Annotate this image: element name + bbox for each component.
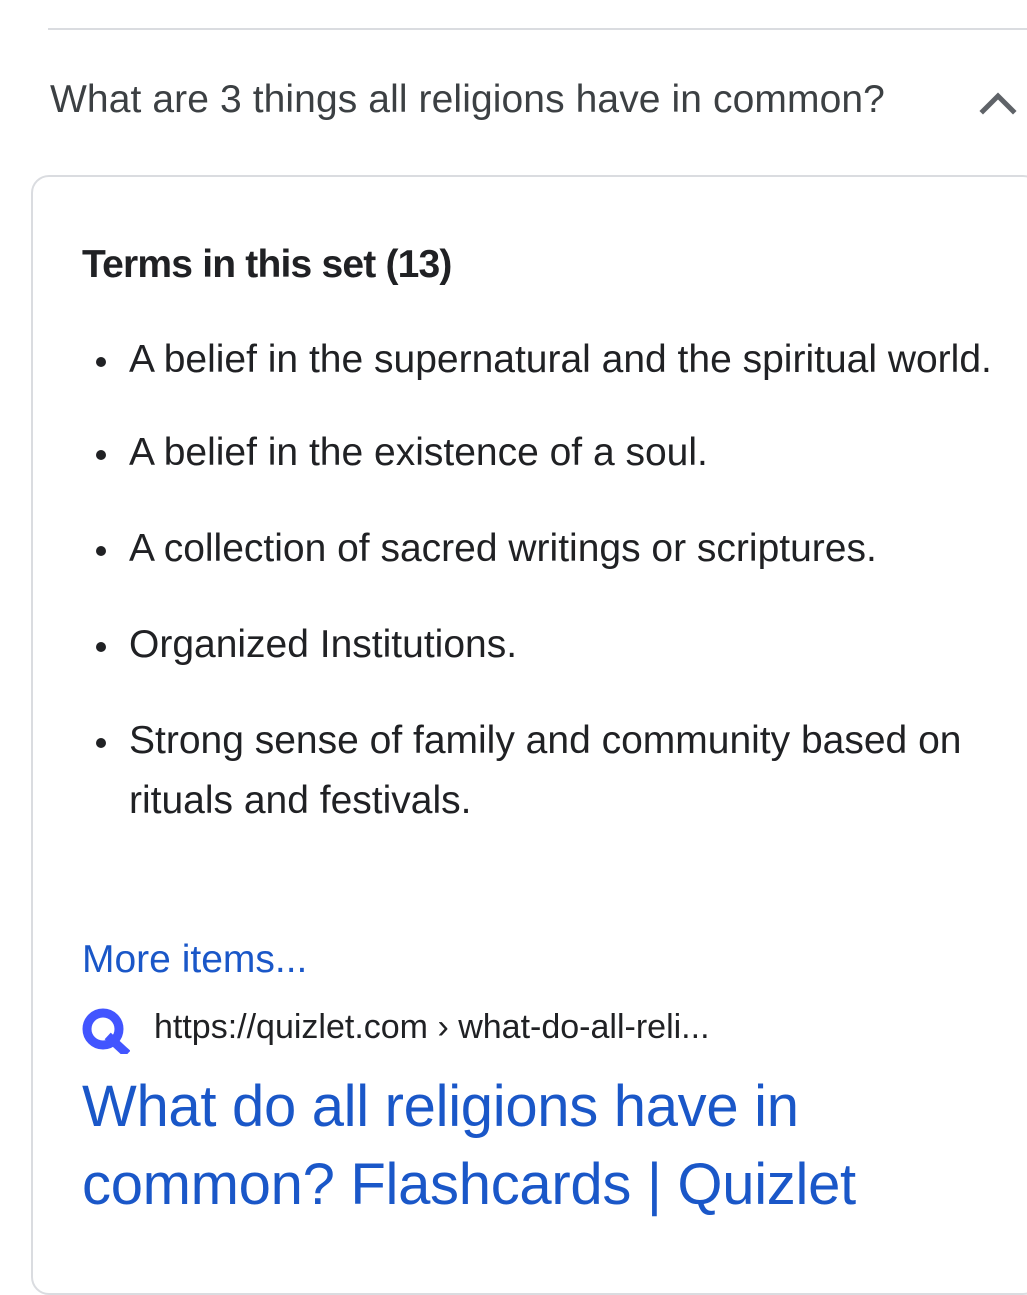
list-item-text: Organized Institutions. — [129, 623, 518, 666]
terms-heading: Terms in this set (13) — [82, 243, 452, 286]
source-row[interactable]: https://quizlet.com › what-do-all-reli..… — [80, 1004, 980, 1054]
bullet-icon — [96, 546, 106, 556]
faq-question-text: What are 3 things all religions have in … — [50, 78, 885, 121]
bullet-icon — [96, 642, 106, 652]
list-item-text: A collection of sacred writings or scrip… — [129, 527, 877, 570]
faq-question-toggle[interactable]: What are 3 things all religions have in … — [48, 70, 1027, 134]
list-item: A belief in the supernatural and the spi… — [82, 330, 1012, 390]
list-item-text: A belief in the supernatural and the spi… — [129, 338, 992, 381]
chevron-up-icon[interactable] — [978, 84, 1018, 120]
bullet-icon — [96, 450, 106, 460]
result-title-link[interactable]: What do all religions have in common? Fl… — [82, 1068, 982, 1224]
list-item: Organized Institutions. — [82, 615, 1012, 675]
list-item: A collection of sacred writings or scrip… — [82, 519, 1012, 579]
source-url: https://quizlet.com › what-do-all-reli..… — [154, 1008, 710, 1046]
list-item-text: Strong sense of family and community bas… — [129, 719, 962, 822]
top-divider — [48, 28, 1027, 30]
more-items-link[interactable]: More items... — [82, 938, 307, 982]
bullet-icon — [96, 357, 106, 367]
list-item: Strong sense of family and community bas… — [82, 711, 1012, 831]
bullet-icon — [96, 738, 106, 748]
terms-list: A belief in the supernatural and the spi… — [82, 330, 1012, 831]
quizlet-logo-icon — [82, 1008, 130, 1054]
list-item-text: A belief in the existence of a soul. — [129, 431, 708, 474]
list-item: A belief in the existence of a soul. — [82, 423, 1012, 483]
